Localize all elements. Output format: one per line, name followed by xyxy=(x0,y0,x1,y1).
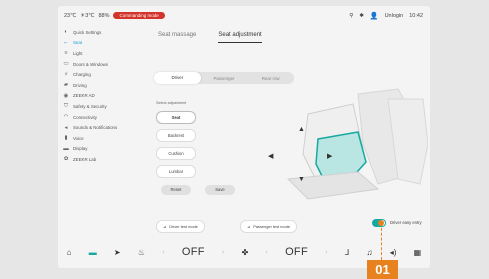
sidebar-item-doors-windows[interactable]: ▭ Doors & Windows xyxy=(58,59,146,70)
door-icon: ▭ xyxy=(63,61,69,68)
sidebar-item-display[interactable]: ▬ Display xyxy=(58,144,146,155)
tab-seat-adjustment[interactable]: Seat adjustment xyxy=(218,32,262,43)
arrow-up-icon[interactable]: ▲ xyxy=(298,126,305,133)
driver-test-label: Driver test mode xyxy=(169,224,198,229)
adjust-lumbar-button[interactable]: Lumbar xyxy=(156,165,196,178)
sidebar-item-quick-settings[interactable]: ◐ Quick Settings xyxy=(58,27,146,38)
music-icon[interactable]: ♫ xyxy=(367,248,373,257)
charging-icon: ⚡ xyxy=(64,71,68,78)
sidebar-item-sounds[interactable]: ◂ Sounds & Notifications xyxy=(58,122,146,133)
ac-left-off[interactable]: OFF xyxy=(182,246,205,258)
select-adjustment-label: Select adjustment xyxy=(156,101,187,105)
chevron-right-icon[interactable]: › xyxy=(325,249,327,256)
quick-settings-icon: ◐ xyxy=(64,29,68,36)
user-icon[interactable]: 👤 xyxy=(370,12,379,20)
battery: 88% xyxy=(98,12,110,19)
seat-option-driver[interactable]: Driver xyxy=(154,72,201,84)
seat-icon: ⊿ xyxy=(247,224,251,229)
sidebar-item-label: Seat xyxy=(73,40,83,46)
apps-icon[interactable]: ▦ xyxy=(414,248,422,257)
seat-icon: ⌐ xyxy=(64,39,68,46)
driver-test-mode-button[interactable]: ⊿ Driver test mode xyxy=(156,220,205,233)
sidebar-item-label: Driving xyxy=(73,82,87,88)
seat-icon: ⊿ xyxy=(163,224,167,229)
ac-right-off[interactable]: OFF xyxy=(285,246,308,258)
light-icon: ≡ xyxy=(64,50,68,57)
seat-selector: Driver Passenger Rear row xyxy=(154,72,294,84)
car-icon[interactable]: ▬ xyxy=(89,248,97,257)
adjust-cushion-button[interactable]: Cushion xyxy=(156,147,196,160)
sidebar-item-label: Charging xyxy=(73,72,91,78)
tab-seat-massage[interactable]: Seat massage xyxy=(158,32,196,43)
home-icon[interactable]: ⌂ xyxy=(67,248,72,257)
alert-badge: Commanding mode xyxy=(113,12,165,19)
sidebar: ◐ Quick Settings ⌐ Seat ≡ Light ▭ Doors … xyxy=(58,27,146,227)
sidebar-item-charging[interactable]: ⚡ Charging xyxy=(58,69,146,80)
sidebar-item-connectivity[interactable]: ◠ Connectivity xyxy=(58,112,146,123)
sidebar-item-lab[interactable]: ✿ ZEEKR Lab xyxy=(58,154,146,165)
adjust-backrest-button[interactable]: Backrest xyxy=(156,129,196,142)
sidebar-item-voice[interactable]: ▮ Voice xyxy=(58,133,146,144)
sidebar-item-light[interactable]: ≡ Light xyxy=(58,48,146,59)
arrow-left-icon[interactable]: ◀ xyxy=(268,152,273,160)
shield-icon: ⛉ xyxy=(63,102,69,109)
callout-label: 01 xyxy=(367,260,398,279)
save-button[interactable]: Save xyxy=(205,185,235,195)
sound-icon: ◂ xyxy=(64,124,68,131)
weather: ☀3℃ xyxy=(80,12,95,19)
seat-illustration xyxy=(286,88,428,200)
sidebar-item-label: ZEEKR Lab xyxy=(73,156,97,162)
volume-icon[interactable]: ◂) xyxy=(390,248,397,257)
seat-heat-icon[interactable]: ♨ xyxy=(138,248,145,257)
user-label[interactable]: Unlogin xyxy=(385,13,404,19)
bluetooth-icon: ✱ xyxy=(359,12,364,19)
sidebar-item-label: Safety & Security xyxy=(73,103,107,109)
navigation-icon[interactable]: ➤ xyxy=(114,248,121,257)
sidebar-item-safety[interactable]: ⛉ Safety & Security xyxy=(58,101,146,112)
passenger-test-label: Passenger test mode xyxy=(253,224,291,229)
seat-icon[interactable]: ⅃ xyxy=(345,248,349,257)
fan-icon[interactable]: ✤ xyxy=(242,248,249,257)
sidebar-item-label: Display xyxy=(73,146,88,152)
callout-line xyxy=(381,223,382,260)
chevron-right-icon[interactable]: › xyxy=(222,249,224,256)
arrow-right-icon[interactable]: ▶ xyxy=(327,152,332,160)
voice-icon: ▮ xyxy=(64,135,68,142)
sidebar-item-label: Doors & Windows xyxy=(73,61,108,67)
sidebar-item-label: Light xyxy=(73,50,83,56)
signal-icon: ⚲ xyxy=(349,12,354,19)
lab-icon: ✿ xyxy=(63,156,69,163)
driving-icon: ▰ xyxy=(63,82,69,89)
reset-button[interactable]: Reset xyxy=(161,185,191,195)
sidebar-item-label: Sounds & Notifications xyxy=(73,125,118,131)
chevron-left-icon[interactable]: ‹ xyxy=(266,249,268,256)
sidebar-item-driving[interactable]: ▰ Driving xyxy=(58,80,146,91)
status-bar: 23℃ ☀3℃ 88% Commanding mode ⚲ ✱ 👤 Unlogi… xyxy=(58,6,430,25)
passenger-test-mode-button[interactable]: ⊿ Passenger test mode xyxy=(240,220,298,233)
arrow-down-icon[interactable]: ▼ xyxy=(298,176,305,183)
sidebar-item-label: ZEEKR AD xyxy=(73,93,95,99)
chevron-left-icon[interactable]: ‹ xyxy=(162,249,164,256)
easy-entry-label: Driver easy entry xyxy=(390,220,422,225)
screen: 23℃ ☀3℃ 88% Commanding mode ⚲ ✱ 👤 Unlogi… xyxy=(58,6,430,268)
adjust-seat-button[interactable]: Seat xyxy=(156,111,196,124)
sidebar-item-seat[interactable]: ⌐ Seat xyxy=(58,38,146,49)
wifi-icon: ◠ xyxy=(63,114,69,121)
ad-icon: ◉ xyxy=(63,92,69,99)
sidebar-item-label: Voice xyxy=(73,135,84,141)
clock: 10:42 xyxy=(409,12,423,19)
temperature: 23℃ xyxy=(64,12,77,19)
sidebar-item-ad[interactable]: ◉ ZEEKR AD xyxy=(58,91,146,102)
tab-bar: Seat massage Seat adjustment xyxy=(158,32,262,43)
display-icon: ▬ xyxy=(63,145,69,152)
sidebar-item-label: Connectivity xyxy=(73,114,97,120)
seat-option-passenger[interactable]: Passenger xyxy=(201,76,248,81)
seat-option-rear-row[interactable]: Rear row xyxy=(247,76,294,81)
sidebar-item-label: Quick Settings xyxy=(73,29,102,35)
